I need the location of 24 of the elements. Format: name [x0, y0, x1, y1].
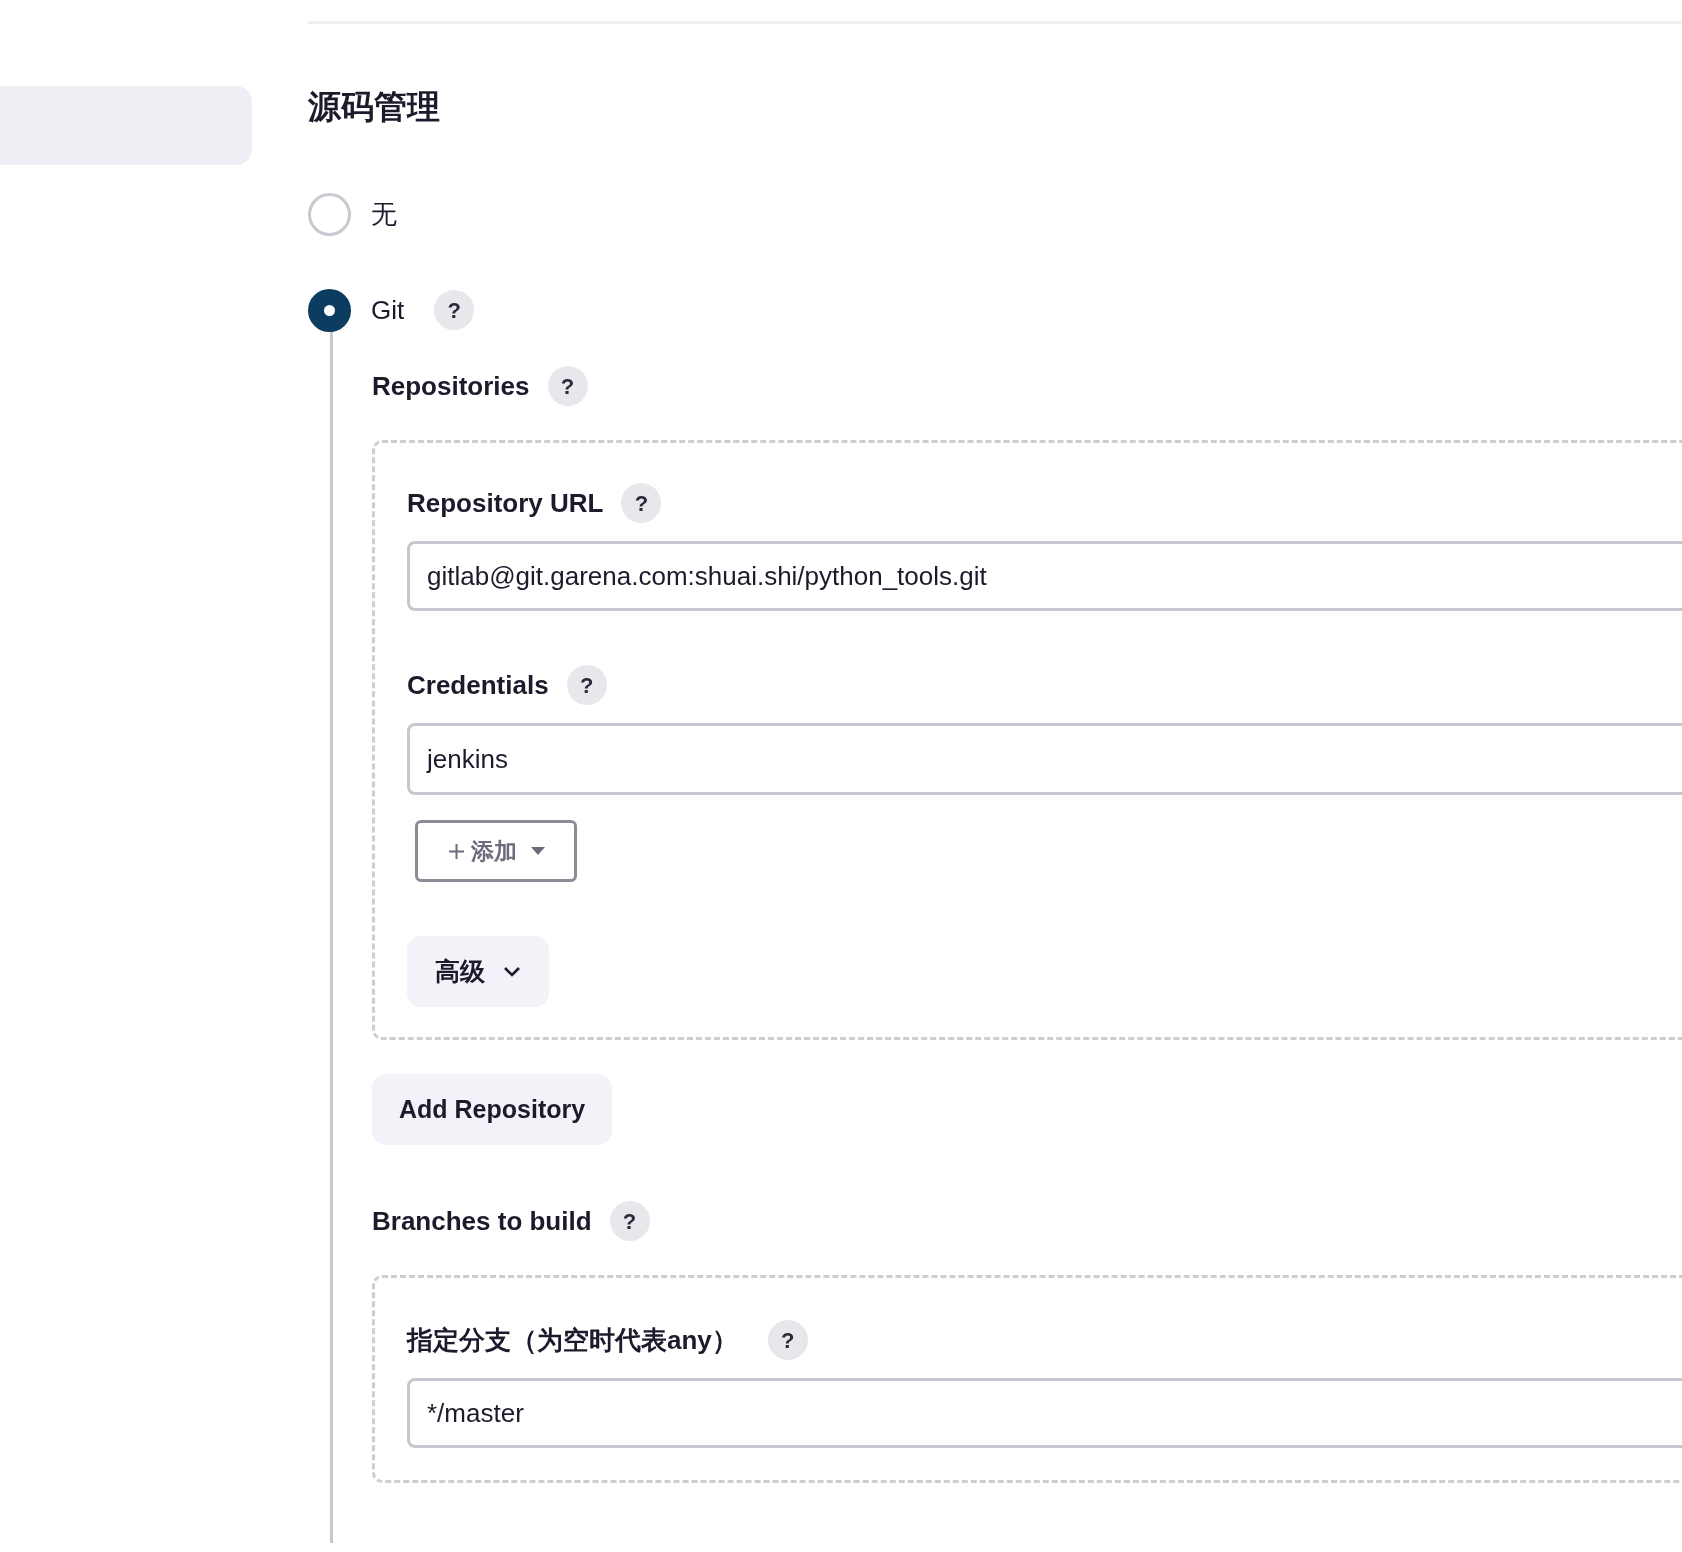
field-label: Credentials: [407, 668, 549, 702]
radio-label: 无: [371, 197, 397, 231]
caret-down-icon: [530, 847, 545, 855]
add-repository-button[interactable]: Add Repository: [372, 1074, 613, 1145]
help-button[interactable]: ?: [547, 366, 588, 406]
chevron-down-icon: [503, 966, 521, 977]
help-button[interactable]: ?: [767, 1320, 808, 1360]
advanced-button[interactable]: 高级: [407, 936, 549, 1007]
help-button[interactable]: ?: [434, 290, 475, 330]
help-button[interactable]: ?: [609, 1201, 650, 1241]
section-title: 源码管理: [308, 90, 441, 123]
input-field[interactable]: gitlab@git.garena.com:shuai.shi/python_tools.git: [407, 541, 1682, 611]
add-button[interactable]: 添加: [415, 820, 577, 882]
field-label: 指定分支（为空时代表any）: [407, 1323, 738, 1357]
input-field[interactable]: jenkins: [407, 723, 1682, 795]
field-label: Repositories: [372, 369, 530, 403]
help-button[interactable]: ?: [566, 665, 607, 705]
field-label: Branches to build: [372, 1204, 592, 1238]
radio-label: Git: [371, 293, 405, 327]
plus-icon: [447, 842, 465, 860]
radio-button[interactable]: [308, 288, 351, 332]
input-field[interactable]: */master: [407, 1378, 1682, 1448]
field-label: Repository URL: [407, 486, 604, 520]
help-button[interactable]: ?: [621, 483, 662, 523]
